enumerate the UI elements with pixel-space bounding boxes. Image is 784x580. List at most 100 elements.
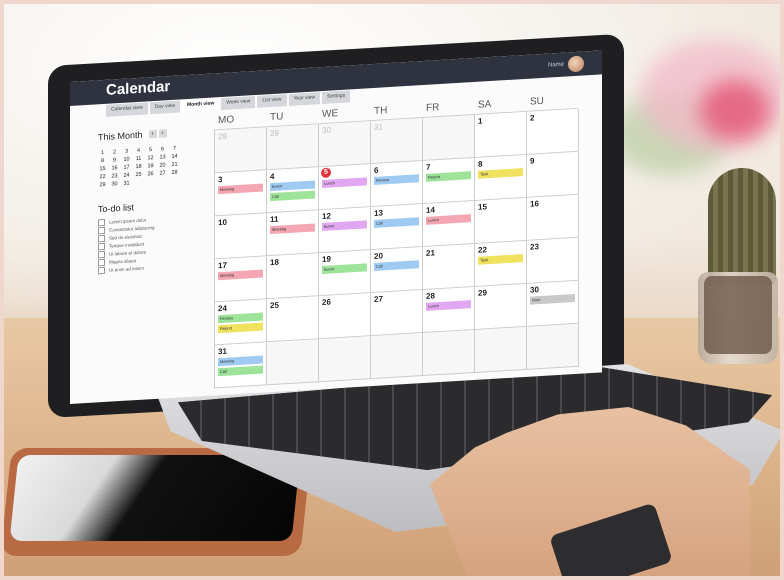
day-cell[interactable]: 28 Lunch — [423, 286, 475, 334]
mini-day[interactable]: 21 — [170, 162, 179, 169]
event-chip[interactable]: Event — [270, 180, 315, 192]
event-chip[interactable]: Call — [374, 260, 419, 271]
mini-day[interactable]: 13 — [158, 154, 167, 161]
event-chip[interactable]: Task — [478, 168, 523, 179]
day-cell[interactable]: 30 — [319, 121, 371, 168]
event-chip[interactable]: Review — [374, 174, 419, 185]
event-chip[interactable]: Event — [322, 220, 367, 232]
chevron-left-icon[interactable]: ‹ — [148, 129, 157, 139]
mini-day[interactable]: 7 — [170, 146, 179, 153]
day-cell[interactable]: 19 Event — [319, 250, 371, 297]
day-cell[interactable]: 6 Review — [371, 161, 423, 208]
event-chip[interactable]: Meeting — [270, 223, 315, 235]
mini-day[interactable]: 19 — [146, 163, 155, 170]
day-cell[interactable]: 24 Review Report — [215, 299, 267, 346]
day-cell[interactable]: 31 Meeting Call — [215, 342, 267, 389]
event-chip[interactable]: Meeting — [218, 183, 263, 195]
tab-month-view[interactable]: Month view — [181, 98, 220, 113]
mini-day[interactable]: 6 — [158, 146, 167, 153]
day-cell[interactable]: 13 Call — [371, 204, 423, 251]
mini-day[interactable]: 12 — [146, 155, 155, 162]
tab-settings[interactable]: Settings — [322, 90, 351, 105]
avatar[interactable] — [568, 55, 584, 73]
tab-day-view[interactable]: Day view — [149, 100, 180, 115]
mini-day[interactable]: 29 — [98, 182, 107, 189]
event-chip[interactable]: Report — [426, 171, 471, 182]
day-cell[interactable] — [527, 323, 579, 370]
day-cell[interactable]: 20 Call — [371, 247, 423, 294]
day-cell[interactable] — [371, 333, 423, 380]
day-cell[interactable]: 3 Meeting — [215, 170, 267, 217]
mini-day[interactable]: 25 — [134, 172, 143, 179]
mini-day[interactable]: 2 — [110, 149, 119, 156]
mini-day[interactable]: 5 — [146, 147, 155, 154]
day-cell[interactable] — [423, 329, 475, 377]
day-cell[interactable]: 28 — [215, 127, 267, 174]
event-chip[interactable]: Review — [218, 312, 263, 324]
day-cell[interactable]: 11 Meeting — [267, 210, 319, 257]
mini-day[interactable]: 11 — [134, 156, 143, 163]
mini-day[interactable]: 18 — [134, 164, 143, 171]
mini-day[interactable]: 22 — [98, 174, 107, 181]
day-cell[interactable]: 29 — [267, 124, 319, 171]
checkbox[interactable] — [98, 218, 105, 226]
event-chip[interactable]: Task — [478, 254, 523, 265]
mini-day[interactable]: 31 — [122, 180, 131, 187]
day-cell[interactable]: 31 — [371, 118, 423, 165]
mini-day[interactable]: 30 — [110, 181, 119, 188]
mini-day[interactable]: 26 — [146, 171, 155, 178]
day-cell[interactable]: 17 Meeting — [215, 256, 267, 303]
day-cell[interactable] — [475, 326, 527, 373]
tab-year-view[interactable]: Year view — [288, 92, 320, 107]
mini-day[interactable]: 24 — [122, 172, 131, 179]
checkbox[interactable] — [98, 234, 105, 242]
mini-day[interactable]: 3 — [122, 148, 131, 155]
mini-day[interactable]: 28 — [170, 170, 179, 177]
day-cell[interactable]: 5 Lunch — [319, 164, 371, 211]
mini-day[interactable]: 15 — [98, 166, 107, 173]
day-cell[interactable] — [267, 339, 319, 386]
day-cell[interactable]: 4 Event Call — [267, 167, 319, 214]
user-menu[interactable]: Name — [548, 55, 584, 73]
event-chip[interactable]: Call — [218, 365, 263, 377]
day-cell[interactable]: 18 — [267, 253, 319, 300]
checkbox[interactable] — [98, 266, 105, 274]
tab-list-view[interactable]: List view — [257, 94, 287, 108]
checkbox[interactable] — [98, 258, 105, 266]
event-chip[interactable]: Lunch — [426, 300, 471, 311]
chevron-right-icon[interactable]: › — [158, 129, 167, 138]
day-cell[interactable]: 1 — [475, 111, 527, 158]
mini-day[interactable]: 8 — [98, 158, 107, 165]
event-chip[interactable]: Note — [530, 293, 575, 305]
event-chip[interactable]: Call — [270, 190, 315, 202]
day-cell[interactable]: 21 — [423, 243, 475, 291]
mini-day[interactable]: 1 — [98, 150, 107, 157]
mini-day[interactable]: 17 — [122, 164, 131, 171]
mini-day[interactable]: 9 — [110, 157, 119, 164]
event-chip[interactable]: Meeting — [218, 355, 263, 367]
mini-day[interactable]: 27 — [158, 170, 167, 177]
day-cell[interactable]: 8 Task — [475, 154, 527, 201]
mini-day[interactable]: 10 — [122, 156, 131, 163]
mini-day[interactable]: 14 — [170, 154, 179, 161]
day-cell[interactable]: 12 Event — [319, 207, 371, 254]
checkbox[interactable] — [98, 250, 105, 258]
day-cell[interactable]: 25 — [267, 296, 319, 343]
day-cell[interactable]: 30 Note — [527, 280, 579, 327]
day-cell[interactable]: 9 — [527, 151, 579, 198]
day-cell[interactable]: 14 Lunch — [423, 200, 475, 248]
event-chip[interactable]: Call — [374, 217, 419, 228]
tab-calendar-view[interactable]: Calendar view — [106, 102, 148, 117]
checkbox[interactable] — [98, 242, 105, 250]
day-cell[interactable]: 29 — [475, 283, 527, 330]
event-chip[interactable]: Lunch — [426, 214, 471, 225]
event-chip[interactable]: Meeting — [218, 269, 263, 281]
mini-day[interactable]: 4 — [134, 148, 143, 155]
day-cell[interactable]: 23 — [527, 237, 579, 284]
day-cell[interactable]: 26 — [319, 293, 371, 340]
mini-day[interactable]: 16 — [110, 165, 119, 172]
day-cell[interactable] — [423, 114, 475, 162]
day-cell[interactable]: 10 — [215, 213, 267, 260]
day-cell[interactable]: 7 Report — [423, 157, 475, 205]
day-cell[interactable]: 2 — [527, 108, 579, 155]
